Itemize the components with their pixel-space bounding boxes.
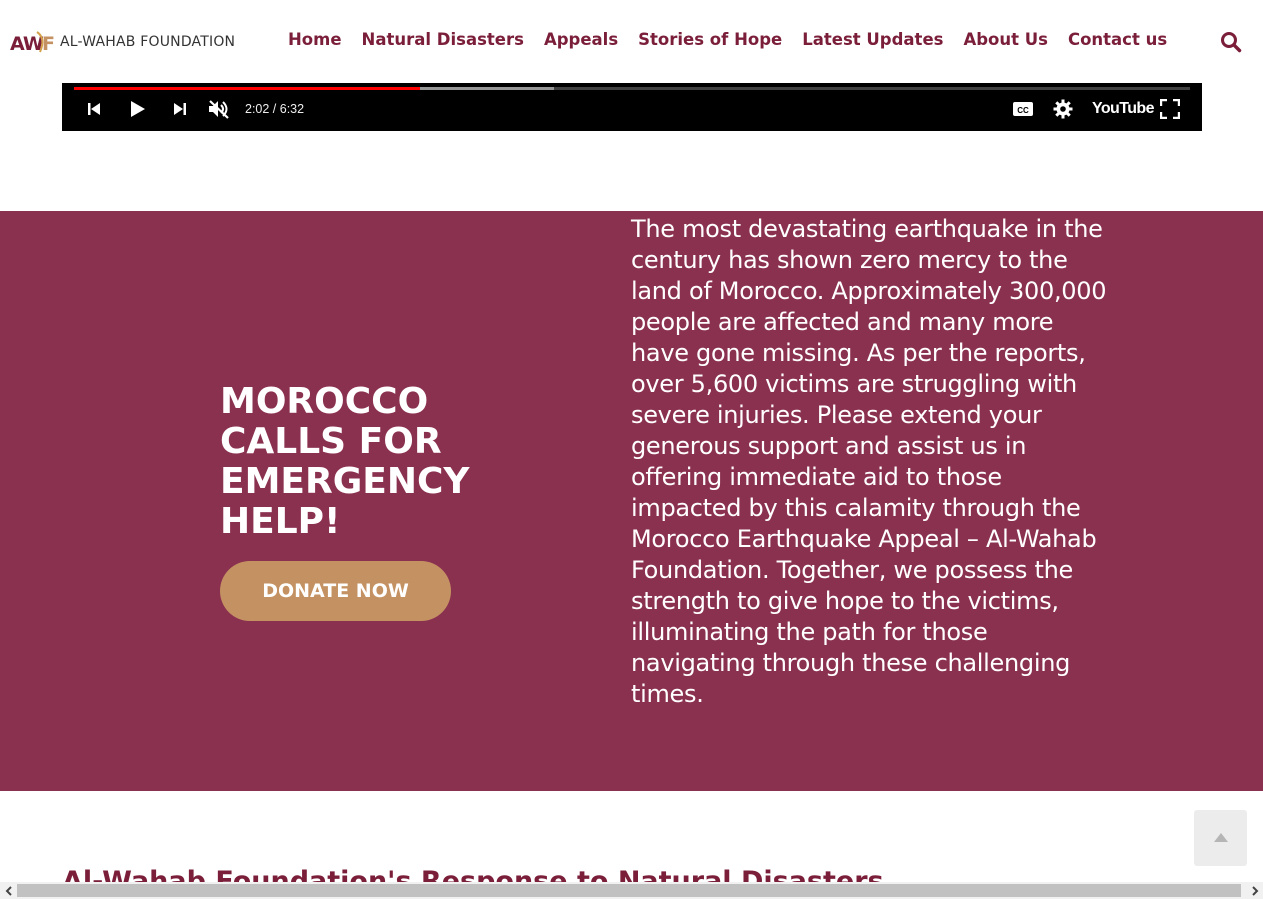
muted-icon[interactable]: [207, 99, 231, 119]
video-played-bar: [74, 87, 420, 90]
morocco-appeal-section: MOROCCO CALLS FOR EMERGENCY HELP! DONATE…: [0, 211, 1263, 791]
scroll-left-arrow[interactable]: [0, 882, 17, 899]
horizontal-scrollbar[interactable]: [0, 882, 1263, 899]
video-player[interactable]: 2:02 / 6:32 CC YouTube: [62, 83, 1202, 131]
appeal-description: The most devastating earthquake in the c…: [631, 215, 1107, 708]
nav-item-latest-updates[interactable]: Latest Updates: [802, 30, 943, 49]
scroll-right-arrow[interactable]: [1246, 882, 1263, 899]
video-time: 2:02 / 6:32: [245, 102, 305, 116]
brand-name: AL-WAHAB FOUNDATION: [60, 34, 236, 50]
play-icon[interactable]: [128, 99, 146, 119]
settings-icon[interactable]: [1053, 99, 1073, 119]
chevron-left-icon: [5, 885, 12, 896]
video-progress-bar[interactable]: [74, 87, 1190, 90]
nav-item-stories-of-hope[interactable]: Stories of Hope: [638, 30, 782, 49]
appeal-title: MOROCCO CALLS FOR EMERGENCY HELP!: [220, 381, 470, 542]
nav-item-contact-us[interactable]: Contact us: [1068, 30, 1167, 49]
svg-text:F: F: [42, 33, 55, 55]
nav-item-appeals[interactable]: Appeals: [544, 30, 618, 49]
horizontal-scrollbar-thumb[interactable]: [17, 884, 1241, 897]
svg-text:AW: AW: [10, 33, 44, 55]
site-logo[interactable]: AW F AL-WAHAB FOUNDATION: [10, 28, 235, 56]
nav-item-natural-disasters[interactable]: Natural Disasters: [362, 30, 524, 49]
donate-now-button[interactable]: DONATE NOW: [220, 561, 451, 621]
nav-item-about-us[interactable]: About Us: [963, 30, 1048, 49]
captions-icon[interactable]: CC: [1012, 99, 1034, 119]
svg-text:CC: CC: [1017, 106, 1029, 115]
logo-mark-icon: AW F: [10, 31, 55, 55]
main-nav: Home Natural Disasters Appeals Stories o…: [288, 30, 1187, 49]
next-icon[interactable]: [172, 99, 188, 119]
previous-icon[interactable]: [86, 99, 102, 119]
chevron-up-icon: [1213, 833, 1228, 842]
search-icon[interactable]: [1220, 31, 1242, 53]
nav-item-home[interactable]: Home: [288, 30, 342, 49]
youtube-icon[interactable]: YouTube: [1092, 100, 1154, 118]
site-header: AW F AL-WAHAB FOUNDATION Home Natural Di…: [0, 0, 1263, 83]
fullscreen-icon[interactable]: [1160, 99, 1180, 119]
chevron-right-icon: [1251, 885, 1258, 896]
back-to-top-button[interactable]: [1194, 810, 1247, 866]
